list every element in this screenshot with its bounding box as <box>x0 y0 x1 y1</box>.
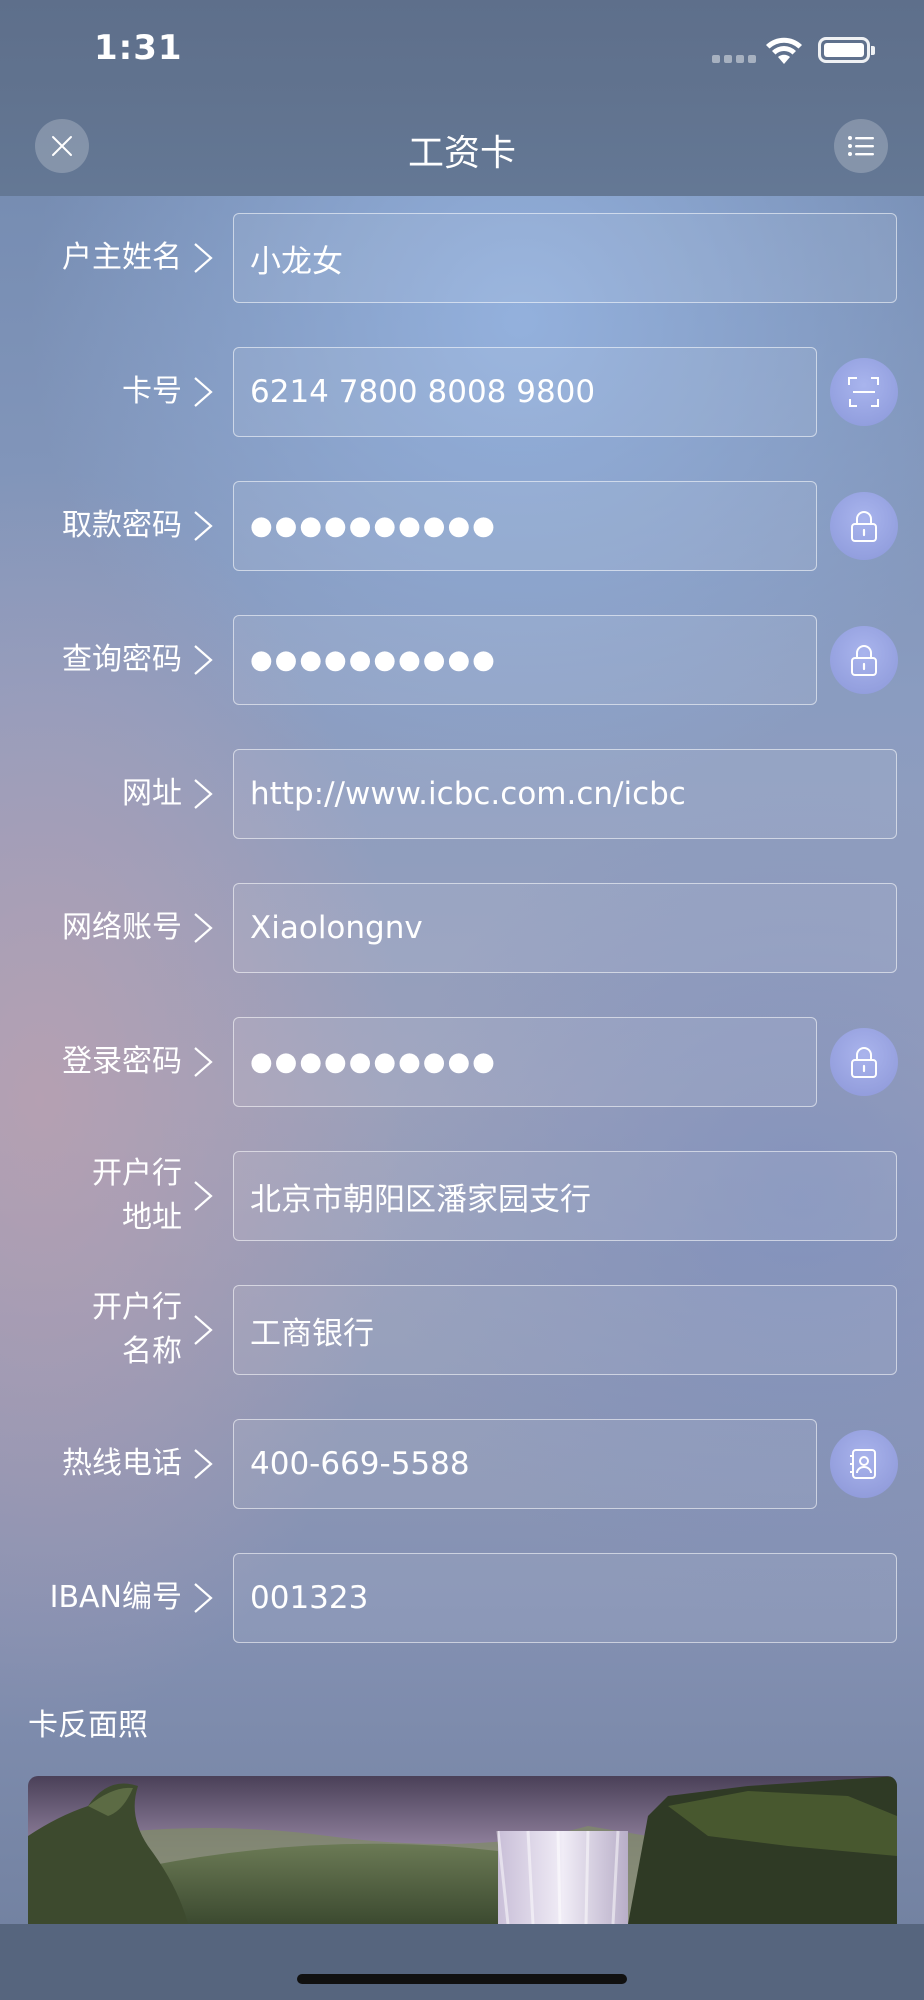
chevron-right-icon[interactable] <box>192 1581 214 1615</box>
form-row-hotline: 热线电话 400-669-5588 <box>0 1419 924 1509</box>
chevron-right-icon[interactable] <box>192 911 214 945</box>
chevron-right-icon[interactable] <box>192 1447 214 1481</box>
page-title: 工资卡 <box>407 133 516 174</box>
form-row-card-number: 卡号 6214 7800 8008 9800 <box>0 347 924 437</box>
row-label: 网址 <box>122 776 182 811</box>
lock-icon <box>851 645 877 676</box>
chevron-right-icon[interactable] <box>192 241 214 275</box>
row-label: 热线电话 <box>62 1446 182 1481</box>
lock-icon <box>851 511 877 542</box>
lock-button[interactable] <box>830 492 898 560</box>
chevron-right-icon[interactable] <box>192 1045 214 1079</box>
list-icon <box>848 136 874 156</box>
card-back-photo[interactable] <box>28 1776 897 1924</box>
lock-icon <box>851 1047 877 1078</box>
chevron-right-icon[interactable] <box>192 375 214 409</box>
form-row-query-password: 查询密码 ●●●●●●●●●● <box>0 615 924 705</box>
lock-button[interactable] <box>830 626 898 694</box>
row-label: 开户行 地址 <box>92 1156 182 1235</box>
form-row-owner-name: 户主姓名 小龙女 <box>0 213 924 303</box>
lock-button[interactable] <box>830 1028 898 1096</box>
chevron-right-icon[interactable] <box>192 643 214 677</box>
login-password-field[interactable]: ●●●●●●●●●● <box>233 1017 817 1107</box>
website-field[interactable]: http://www.icbc.com.cn/icbc <box>233 749 897 839</box>
bank-address-field[interactable]: 北京市朝阳区潘家园支行 <box>233 1151 897 1241</box>
card-number-field[interactable]: 6214 7800 8008 9800 <box>233 347 817 437</box>
contact-button[interactable] <box>830 1430 898 1498</box>
chevron-right-icon[interactable] <box>192 509 214 543</box>
status-time: 1:31 <box>94 28 183 68</box>
form-row-bank-name: 开户行 名称 工商银行 <box>0 1285 924 1375</box>
form-row-login-password: 登录密码 ●●●●●●●●●● <box>0 1017 924 1107</box>
waterfall-landscape-image <box>28 1776 897 1924</box>
chevron-right-icon[interactable] <box>192 1313 214 1347</box>
row-label: 开户行 名称 <box>92 1290 182 1369</box>
form-row-online-account: 网络账号 Xiaolongnv <box>0 883 924 973</box>
contact-icon <box>850 1449 876 1479</box>
query-password-field[interactable]: ●●●●●●●●●● <box>233 615 817 705</box>
row-label: 卡号 <box>122 374 182 409</box>
card-back-photo-title: 卡反面照 <box>28 1708 148 1743</box>
form-row-iban: IBAN编号 001323 <box>0 1553 924 1643</box>
bank-name-field[interactable]: 工商银行 <box>233 1285 897 1375</box>
hotline-field[interactable]: 400-669-5588 <box>233 1419 817 1509</box>
row-label: 户主姓名 <box>62 240 182 275</box>
chevron-right-icon[interactable] <box>192 777 214 811</box>
home-indicator[interactable] <box>297 1974 627 1984</box>
wifi-icon <box>766 37 802 64</box>
menu-button[interactable] <box>834 119 888 173</box>
scan-button[interactable] <box>830 358 898 426</box>
iban-field[interactable]: 001323 <box>233 1553 897 1643</box>
row-label: 取款密码 <box>62 508 182 543</box>
form-row-website: 网址 http://www.icbc.com.cn/icbc <box>0 749 924 839</box>
battery-icon <box>818 37 875 63</box>
form-row-withdraw-password: 取款密码 ●●●●●●●●●● <box>0 481 924 571</box>
row-label: 查询密码 <box>62 642 182 677</box>
row-label: IBAN编号 <box>49 1580 182 1615</box>
nav-bar: 工资卡 <box>0 98 924 196</box>
scan-icon <box>848 377 879 407</box>
owner-name-field[interactable]: 小龙女 <box>233 213 897 303</box>
form-row-bank-address: 开户行 地址 北京市朝阳区潘家园支行 <box>0 1151 924 1241</box>
chevron-right-icon[interactable] <box>192 1179 214 1213</box>
row-label: 登录密码 <box>62 1044 182 1079</box>
withdraw-password-field[interactable]: ●●●●●●●●●● <box>233 481 817 571</box>
home-indicator-bar <box>0 1924 924 2000</box>
status-bar: 1:31 <box>0 0 924 98</box>
cellular-signal-icon <box>712 55 756 63</box>
row-label: 网络账号 <box>62 910 182 945</box>
online-account-field[interactable]: Xiaolongnv <box>233 883 897 973</box>
